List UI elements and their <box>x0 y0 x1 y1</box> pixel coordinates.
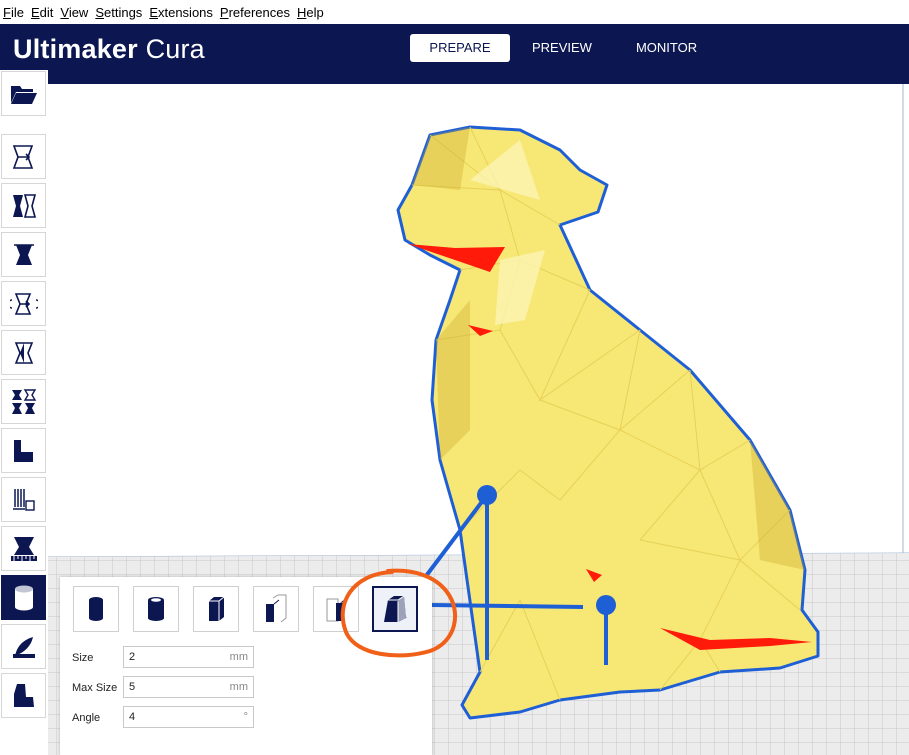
menu-help-mnemonic: H <box>297 4 307 20</box>
size-unit: mm <box>229 651 248 663</box>
tool-rotate-button[interactable] <box>1 232 46 277</box>
support-settings-panel: Size 2 mm Max Size 5 mm Angle 4 ° <box>60 577 432 755</box>
tool-move-button[interactable] <box>1 134 46 179</box>
menu-settings-mnemonic: S <box>95 4 104 20</box>
rotate-icon <box>13 243 34 265</box>
menu-view[interactable]: View <box>57 5 91 20</box>
tool-tab-plus-button[interactable] <box>1 477 46 522</box>
tool-custom-support-button[interactable] <box>1 575 46 620</box>
calibration-icon <box>10 536 37 561</box>
tool-model-button[interactable] <box>1 673 46 718</box>
support-type-freeform-button[interactable] <box>313 586 359 632</box>
tab-plus-icon <box>12 488 35 511</box>
dog-model-icon <box>13 683 34 707</box>
menu-file-label: ile <box>10 4 24 20</box>
app-header: Ultimaker Cura PREPARE PREVIEW MONITOR <box>0 24 909 84</box>
tapered-icon <box>384 595 407 622</box>
support-type-abutment-button[interactable] <box>253 586 299 632</box>
menu-extensions[interactable]: Extensions <box>146 5 216 20</box>
angle-field[interactable]: 4 ° <box>123 706 254 728</box>
tool-support-blocker-button[interactable] <box>1 379 46 424</box>
menu-help-label: elp <box>306 4 324 20</box>
menu-file-mnemonic: F <box>3 4 11 20</box>
menu-view-mnemonic: V <box>60 4 69 20</box>
mirror-icon <box>9 292 38 315</box>
freeform-icon <box>326 598 345 622</box>
angle-value: 4 <box>129 711 136 723</box>
tab-preview[interactable]: PREVIEW <box>510 34 614 62</box>
tool-sidebar <box>0 70 48 755</box>
menu-edit-label: dit <box>39 4 54 20</box>
brand-name: Ultimaker <box>13 34 138 64</box>
tool-stairs-button[interactable] <box>1 428 46 473</box>
tool-smooth-button[interactable] <box>1 624 46 669</box>
per-model-settings-icon <box>14 341 33 364</box>
support-handle-top[interactable] <box>477 485 497 505</box>
cylinder-icon <box>89 597 103 621</box>
brand-product: Cura <box>145 34 205 64</box>
menu-preferences[interactable]: Preferences <box>217 5 293 20</box>
folder-open-icon <box>10 85 37 104</box>
menu-settings[interactable]: Settings <box>92 5 145 20</box>
max-size-label: Max Size <box>72 682 118 694</box>
stage-tabs: PREPARE PREVIEW MONITOR <box>410 34 719 62</box>
menu-view-label: iew <box>68 4 89 20</box>
app-logo: Ultimaker Cura <box>13 34 205 65</box>
tab-monitor[interactable]: MONITOR <box>614 34 719 62</box>
menu-edit-mnemonic: E <box>30 4 40 20</box>
menu-extensions-mnemonic: E <box>149 4 158 20</box>
menu-help[interactable]: Help <box>294 5 327 20</box>
move-icon <box>12 144 33 169</box>
angle-unit: ° <box>243 711 248 723</box>
tool-scale-button[interactable] <box>1 183 46 228</box>
support-type-tapered-button[interactable] <box>372 586 418 632</box>
scale-icon <box>12 193 36 218</box>
menu-edit[interactable]: Edit <box>28 5 56 20</box>
support-blocker-icon <box>11 388 36 414</box>
angle-label: Angle <box>72 712 101 724</box>
tube-icon <box>148 597 164 621</box>
menu-extensions-label: xtensions <box>157 4 213 20</box>
max-size-value: 5 <box>129 681 136 693</box>
tool-mirror-button[interactable] <box>1 281 46 326</box>
menu-bar: File Edit View Settings Extensions Prefe… <box>0 0 909 24</box>
support-handle-right[interactable] <box>596 595 616 615</box>
support-type-cube-button[interactable] <box>193 586 239 632</box>
tool-calibration-button[interactable] <box>1 526 46 571</box>
custom-support-cylinder-icon <box>14 585 33 610</box>
tab-prepare[interactable]: PREPARE <box>410 34 510 62</box>
size-label: Size <box>72 652 94 664</box>
tool-per-model-settings-button[interactable] <box>1 330 46 375</box>
menu-settings-label: ettings <box>104 4 143 20</box>
size-value: 2 <box>129 651 136 663</box>
support-type-tube-button[interactable] <box>133 586 179 632</box>
max-size-field[interactable]: 5 mm <box>123 676 254 698</box>
menu-file[interactable]: File <box>0 5 27 20</box>
max-size-unit: mm <box>229 681 248 693</box>
support-type-cylinder-button[interactable] <box>73 586 119 632</box>
cube-icon <box>209 596 225 621</box>
smooth-icon <box>12 636 35 658</box>
abutment-icon <box>266 594 287 623</box>
menu-preferences-mnemonic: P <box>219 4 229 20</box>
stairs-icon <box>13 439 33 462</box>
open-file-button[interactable] <box>1 71 46 116</box>
menu-preferences-label: references <box>228 4 290 20</box>
size-field[interactable]: 2 mm <box>123 646 254 668</box>
